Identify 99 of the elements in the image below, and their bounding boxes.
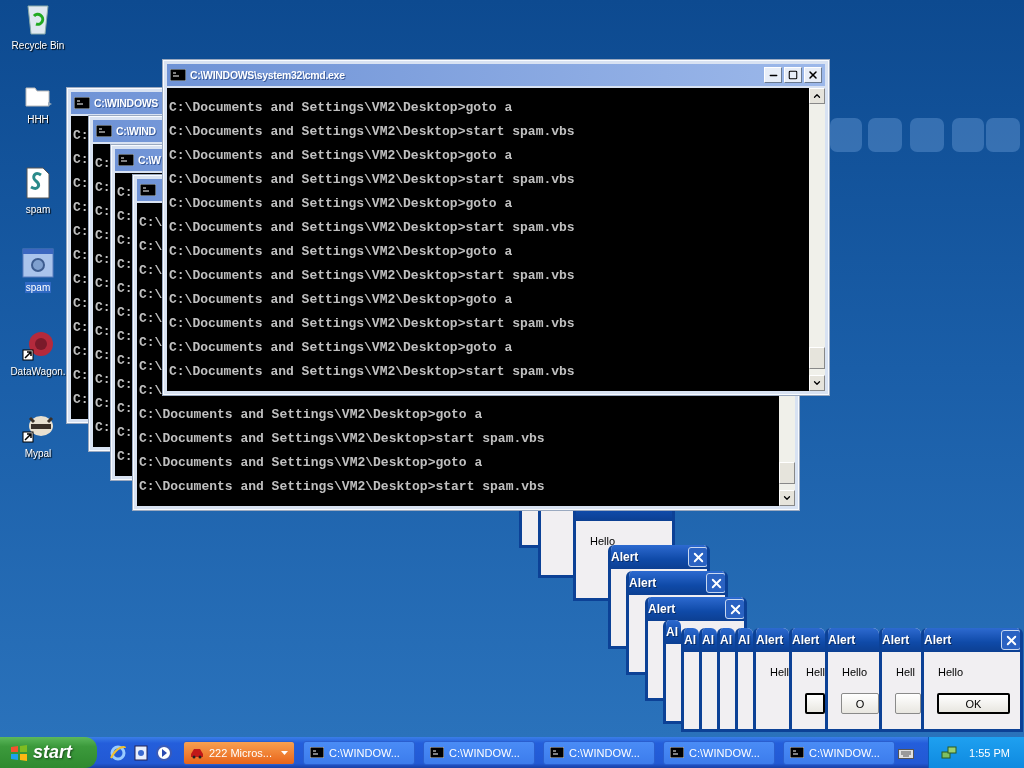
desktop-icon-label[interactable]: HHH [26, 114, 50, 125]
alert-message: Hell [896, 666, 915, 679]
console-line: C:\ [139, 358, 163, 376]
taskbar-button[interactable]: C:\WINDOW... [783, 740, 895, 765]
taskbar-button[interactable]: 222 Micros... [183, 740, 295, 765]
taskbar-button[interactable]: C:\WINDOW... [423, 740, 535, 765]
console-line: C: [73, 151, 89, 169]
start-button[interactable]: start [0, 737, 97, 768]
desktop-icon-label[interactable]: Recycle Bin [10, 40, 66, 51]
console-line: C: [73, 391, 89, 409]
console-line: C: [95, 323, 111, 341]
console-line: C: [73, 223, 89, 241]
console-line: C: [95, 227, 111, 245]
console-line: C: [73, 271, 89, 289]
console-line: C:\Documents and Settings\VM2\Desktop>start spam.vbs [139, 430, 545, 448]
console-line: C:\Documents and Settings\VM2\Desktop>goto a [169, 147, 513, 165]
console-line: C:\Documents and Settings\VM2\Desktop>start spam.vbs [169, 123, 575, 141]
console-line: C: [117, 208, 133, 226]
console-line: C:\ [139, 334, 163, 352]
console-line: C: [73, 127, 89, 145]
console-line: C: [73, 367, 89, 385]
console-line: C: [117, 448, 133, 466]
window-title: C:\WINDOWS\system32\cmd.exe [190, 69, 345, 81]
window-title: Alert [629, 576, 657, 590]
taskbar-button[interactable]: C:\WINDOW... [663, 740, 775, 765]
desktop-icon-label[interactable]: Mypal [23, 448, 53, 459]
console-line: C:\Documents and Settings\VM2\Desktop>start spam.vbs [169, 219, 575, 237]
console-line: C: [117, 424, 133, 442]
console-line: C:\Documents and Settings\VM2\Desktop>goto a [139, 406, 483, 424]
console-line: C: [95, 395, 111, 413]
console-line: C:\Documents and Settings\VM2\Desktop>goto a [169, 195, 513, 213]
console-line: C:\Documents and Settings\VM2\Desktop>goto a [169, 291, 513, 309]
window-title: Al [684, 633, 696, 647]
console-line: C: [117, 352, 133, 370]
console-line: C:\ [139, 382, 163, 400]
console-line: C:\ [139, 262, 163, 280]
window-title: C:\W [138, 154, 161, 166]
desktop-icon-label[interactable]: DataWagon. [9, 366, 67, 377]
ok-button[interactable]: O [841, 693, 879, 714]
window-title: C:\WIND [116, 125, 156, 137]
console-line: C:\Documents and Settings\VM2\Desktop>start spam.vbs [169, 171, 575, 189]
console-line: C:\Documents and Settings\VM2\Desktop>goto a [169, 99, 513, 117]
ok-button[interactable]: OK [937, 693, 1010, 714]
window-title: Alert [882, 633, 910, 647]
console-line: C: [73, 295, 89, 313]
window-title: Alert [828, 633, 856, 647]
console-line: C: [95, 179, 111, 197]
console-line: C:\ [139, 238, 163, 256]
console-line: C:\Documents and Settings\VM2\Desktop>start spam.vbs [169, 267, 575, 285]
window-title: Al [702, 633, 714, 647]
console-line: C: [95, 203, 111, 221]
console-line: C:\ [139, 310, 163, 328]
console-line: C: [117, 304, 133, 322]
window-title: Al [720, 633, 732, 647]
console-line: C: [95, 371, 111, 389]
alert-message: Hell [806, 666, 825, 679]
clock: 1:55 PM [969, 746, 1010, 759]
console-line: C: [117, 328, 133, 346]
alert-message: Hell [770, 666, 789, 679]
console-line: C: [95, 299, 111, 317]
console-line: C: [95, 347, 111, 365]
console-line: C: [95, 155, 111, 173]
window-title: Alert [648, 602, 676, 616]
console-line: C:\ [139, 214, 163, 232]
console-line: C: [117, 184, 133, 202]
console-line: C: [117, 400, 133, 418]
console-line: C: [95, 251, 111, 269]
window-title: Alert [756, 633, 784, 647]
alert-message: Hello [590, 535, 616, 548]
console-line: C: [73, 175, 89, 193]
console-line: C:\ [139, 286, 163, 304]
console-line: C: [95, 275, 111, 293]
window-title: Al [738, 633, 750, 647]
console-line: C: [117, 232, 133, 250]
console-line: C:\Documents and Settings\VM2\Desktop>goto a [139, 454, 483, 472]
console-line: C: [117, 280, 133, 298]
console-line: C: [73, 343, 89, 361]
console-line: C: [73, 247, 89, 265]
window-title: Alert [924, 633, 952, 647]
console-line: C: [95, 419, 111, 437]
desktop-icon-label[interactable]: spam [24, 282, 52, 293]
console-line: C:\Documents and Settings\VM2\Desktop>start spam.vbs [169, 363, 575, 381]
taskbar-button[interactable]: C:\WINDOW... [543, 740, 655, 765]
window-title: Alert [792, 633, 820, 647]
window-title: C:\WINDOWS [94, 97, 159, 109]
console-line: C: [117, 376, 133, 394]
alert-message: Hello [938, 666, 964, 679]
console-line: C:\Documents and Settings\VM2\Desktop>start spam.vbs [139, 478, 545, 496]
console-line: C: [117, 256, 133, 274]
console-line: C:\Documents and Settings\VM2\Desktop>start spam.vbs [169, 315, 575, 333]
console-line: C: [73, 199, 89, 217]
window-title: Alert [611, 550, 639, 564]
window-title: Al [666, 625, 678, 639]
desktop-icon-label[interactable]: spam [24, 204, 52, 215]
console-line: C: [73, 319, 89, 337]
console-line: C:\Documents and Settings\VM2\Desktop>goto a [169, 243, 513, 261]
taskbar-button[interactable]: C:\WINDOW... [303, 740, 415, 765]
console-line: C:\Documents and Settings\VM2\Desktop>goto a [169, 339, 513, 357]
alert-message: Hello [842, 666, 868, 679]
